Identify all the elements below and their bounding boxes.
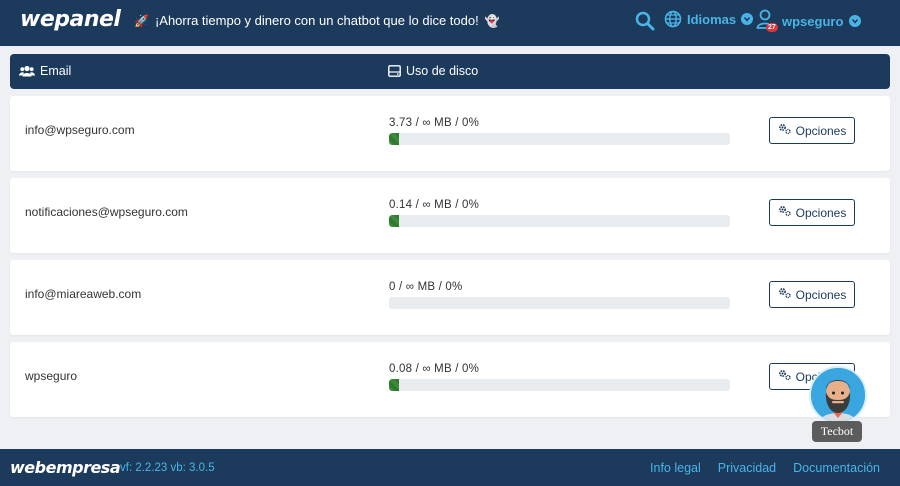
tecbot-chat-button[interactable] [809,366,867,424]
promo-banner[interactable]: 🚀 ¡Ahorra tiempo y dinero con un chatbot… [134,13,500,28]
footer: webempresa vf: 2.2.23 vb: 3.0.5 Info leg… [0,449,900,486]
gears-icon [778,205,792,220]
row-email: info@wpseguro.com [25,123,135,137]
search-icon [635,11,655,31]
disk-usage-bar-fill [389,379,400,391]
rocket-icon: 🚀 [134,13,149,28]
gears-icon [778,369,792,384]
column-email-label: Email [40,64,72,78]
disk-usage-text: 0 / ∞ MB / 0% [389,281,463,293]
chevron-down-icon [741,13,754,25]
table-row: info@wpseguro.com 3.73 / ∞ MB / 0% Opcione… [10,96,890,171]
tecbot-label[interactable]: Tecbot [812,421,862,442]
table-row: notificaciones@wpseguro.com 0.14 / ∞ MB /… [10,178,890,253]
column-disk-label: Uso de disco [406,64,479,78]
ghost-icon: 👻 [484,13,500,28]
notification-badge: 27 [766,23,778,32]
column-header-disk: Uso de disco [388,64,478,78]
user-menu[interactable]: 27 wpseguro [756,9,862,33]
table-row: wpseguro0.08 / ∞ MB / 0%Opciones [10,342,890,417]
promo-text[interactable]: ¡Ahorra tiempo y dinero con un chatbot q… [155,13,479,28]
options-button-label[interactable]: Opciones [796,124,847,138]
top-navbar: wepanel 🚀 ¡Ahorra tiempo y dinero con un… [0,0,900,46]
user-name[interactable]: wpseguro [782,14,843,29]
hard-drive-icon [388,65,401,77]
footer-link-privacidad[interactable]: Privacidad [718,461,776,475]
options-button[interactable]: Opciones [769,199,855,226]
footer-links: Info legal Privacidad Documentación [650,461,880,475]
options-button[interactable]: Opciones [769,117,855,144]
row-email: wpseguro [25,369,78,383]
user-avatar[interactable]: 27 [756,9,778,33]
globe-icon [664,10,682,28]
bearded-avatar-icon [811,368,865,422]
wepanel-logo[interactable]: wepanel [20,7,121,32]
disk-usage-text: 0.14 / ∞ MB / 0% [389,199,480,211]
search-button[interactable] [634,10,656,32]
language-dropdown[interactable]: Idiomas [664,10,754,28]
users-icon [19,65,35,77]
options-button-label[interactable]: Opciones [796,206,847,220]
options-button[interactable]: Opciones [769,281,855,308]
chevron-down-icon [849,15,862,27]
language-label[interactable]: Idiomas [687,12,736,27]
footer-link-documentacion[interactable]: Documentación [793,461,880,475]
disk-usage-bar [389,297,730,309]
webempresa-logo[interactable]: webempresa [10,458,121,477]
table-row: info@miareaweb.com 0 / ∞ MB / 0% Opciones [10,260,890,335]
disk-usage-bar-fill [389,215,400,227]
disk-usage-bar [389,133,730,145]
footer-link-info-legal[interactable]: Info legal [650,461,701,475]
disk-usage-text: 3.73 / ∞ MB / 0% [389,117,480,129]
options-button-label[interactable]: Opciones [796,288,847,302]
gears-icon [778,287,792,302]
disk-usage-text: 0.08 / ∞ MB / 0% [389,363,480,375]
column-header-email: Email [19,64,71,78]
gears-icon [778,123,792,138]
disk-usage-bar [389,379,730,391]
disk-usage-bar [389,215,730,227]
disk-usage-bar-fill [389,133,400,145]
table-header: Email Uso de disco [10,54,890,89]
row-email: notificaciones@wpseguro.com [25,205,188,219]
version-info: vf: 2.2.23 vb: 3.0.5 [120,462,215,474]
row-email: info@miareaweb.com [25,287,142,301]
